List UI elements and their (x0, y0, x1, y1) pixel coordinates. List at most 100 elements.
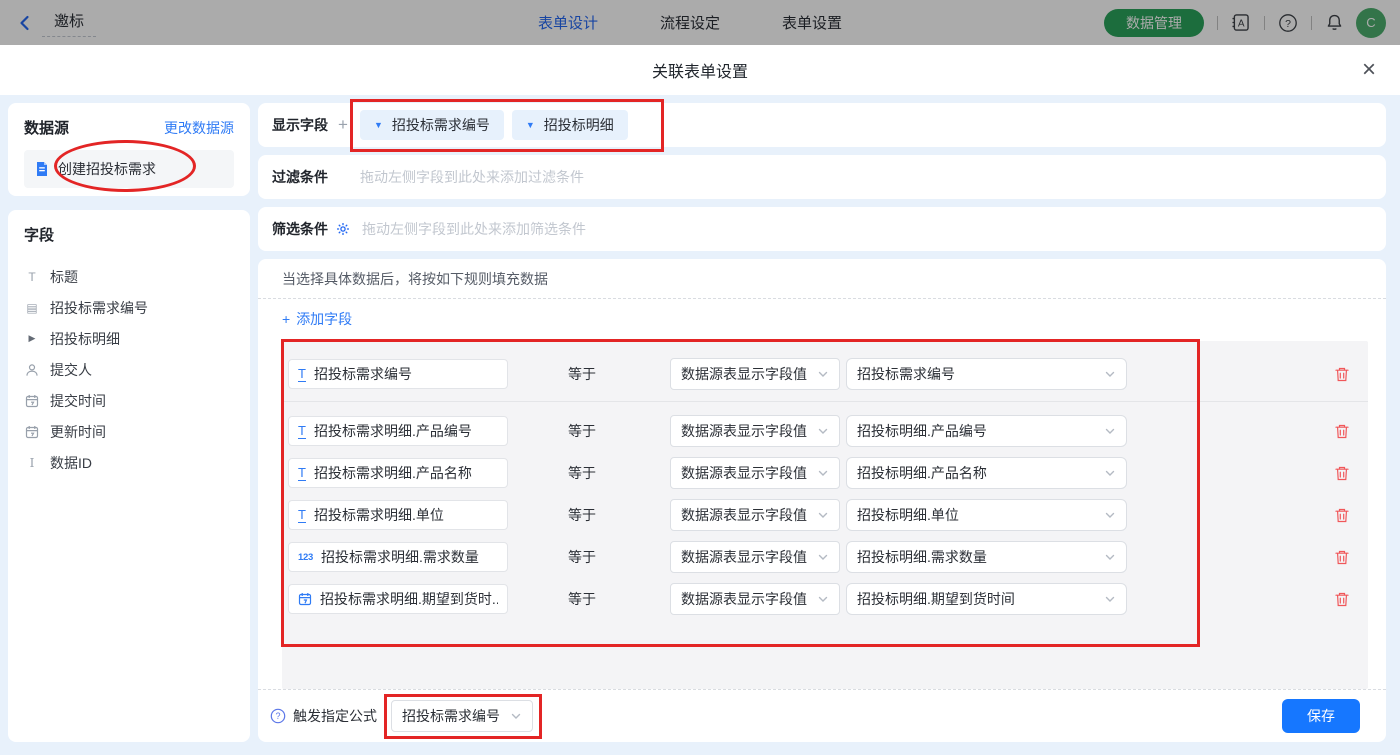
mapping-row: T 招投标需求明细.单位 等于 数据源表显示字段值 招投标明细.单位 (282, 500, 1368, 530)
text-field-icon: T (298, 466, 306, 481)
mapping-field-box[interactable]: T 招投标需求明细.单位 (288, 500, 508, 530)
trigger-formula-label: 触发指定公式 (293, 706, 377, 726)
panel-footer: ? 触发指定公式 招投标需求编号 保存 (258, 690, 1386, 742)
display-fields-row: 显示字段 + ▼ 招投标需求编号 ▼ 招投标明细 (258, 103, 1386, 147)
tab-form-design[interactable]: 表单设计 (538, 12, 598, 33)
source-field-value: 招投标明细.期望到货时间 (857, 589, 1015, 609)
source-type-value: 数据源表显示字段值 (681, 547, 807, 567)
screen-filter-placeholder: 拖动左侧字段到此处来添加筛选条件 (362, 219, 586, 239)
gear-icon[interactable] (336, 222, 350, 236)
document-icon (34, 161, 50, 177)
equals-label: 等于 (568, 547, 624, 567)
delete-row-icon[interactable] (1334, 549, 1350, 566)
delete-row-icon[interactable] (1334, 591, 1350, 608)
add-display-field-button[interactable]: + (338, 115, 348, 135)
chip-label: 招投标明细 (544, 115, 614, 135)
chevron-down-icon (817, 467, 829, 479)
chevron-down-icon (817, 509, 829, 521)
field-item-label: 标题 (50, 267, 78, 287)
filter-placeholder: 拖动左侧字段到此处来添加过滤条件 (360, 167, 584, 187)
chevron-down-icon (1104, 467, 1116, 479)
avatar[interactable]: C (1356, 8, 1386, 38)
filter-condition-row[interactable]: 过滤条件 拖动左侧字段到此处来添加过滤条件 (258, 155, 1386, 199)
mapping-field-label: 招投标需求编号 (314, 364, 412, 384)
notification-bell-icon[interactable] (1325, 13, 1344, 32)
divider (1217, 16, 1218, 30)
mapping-field-box[interactable]: T 招投标需求编号 (288, 359, 508, 389)
fill-rules-panel: 当选择具体数据后，将按如下规则填充数据 + 添加字段 T 招投标需求编号 等于 … (258, 259, 1386, 742)
mapping-field-label: 招投标需求明细.产品名称 (314, 463, 472, 483)
row-group-divider (282, 401, 1368, 402)
equals-label: 等于 (568, 421, 624, 441)
display-field-chip[interactable]: ▼ 招投标明细 (512, 110, 628, 140)
screen-condition-row[interactable]: 筛选条件 拖动左侧字段到此处来添加筛选条件 (258, 207, 1386, 251)
chevron-down-icon (1104, 368, 1116, 380)
datasource-item-label: 创建招投标需求 (58, 159, 156, 179)
source-type-select[interactable]: 数据源表显示字段值 (670, 583, 840, 615)
chevron-down-icon (1104, 551, 1116, 563)
source-field-select[interactable]: 招投标明细.产品名称 (846, 457, 1127, 489)
chevron-down-icon (510, 710, 522, 722)
back-chevron-icon (16, 14, 34, 32)
back-button[interactable] (16, 14, 34, 32)
source-field-select[interactable]: 招投标明细.期望到货时间 (846, 583, 1127, 615)
field-item-title[interactable]: T 标题 (24, 261, 234, 292)
source-field-select[interactable]: 招投标明细.单位 (846, 499, 1127, 531)
mapping-field-box[interactable]: T 招投标需求明细.产品名称 (288, 458, 508, 488)
source-field-select[interactable]: 招投标需求编号 (846, 358, 1127, 390)
source-type-value: 数据源表显示字段值 (681, 505, 807, 525)
mapping-field-label: 招投标需求明细.需求数量 (321, 547, 479, 567)
form-name[interactable]: 邀标 (42, 8, 96, 37)
chevron-down-icon (1104, 593, 1116, 605)
save-button[interactable]: 保存 (1282, 699, 1360, 733)
source-field-select[interactable]: 招投标明细.产品编号 (846, 415, 1127, 447)
id-icon: I (24, 457, 40, 469)
field-item-data-id[interactable]: I 数据ID (24, 447, 234, 478)
display-field-chip[interactable]: ▼ 招投标需求编号 (360, 110, 504, 140)
mapping-row: T 招投标需求明细.产品名称 等于 数据源表显示字段值 招投标明细.产品名称 (282, 458, 1368, 488)
delete-row-icon[interactable] (1334, 366, 1350, 383)
person-icon (24, 363, 40, 377)
datasource-item[interactable]: 创建招投标需求 (24, 150, 234, 188)
delete-row-icon[interactable] (1334, 423, 1350, 440)
text-field-icon: T (298, 424, 306, 439)
change-datasource-link[interactable]: 更改数据源 (164, 118, 234, 138)
field-item-subform[interactable]: ▶ 招投标明细 (24, 323, 234, 354)
mapping-field-box[interactable]: 123 招投标需求明细.需求数量 (288, 542, 508, 572)
mapping-field-box[interactable]: 招投标需求明细.期望到货时... (288, 584, 508, 614)
mapping-field-label: 招投标需求明细.单位 (314, 505, 444, 525)
mapping-row: 招投标需求明细.期望到货时... 等于 数据源表显示字段值 招投标明细.期望到货… (282, 584, 1368, 614)
field-item-serial[interactable]: ▤ 招投标需求编号 (24, 292, 234, 323)
delete-row-icon[interactable] (1334, 465, 1350, 482)
mapping-field-label: 招投标需求明细.期望到货时... (320, 589, 498, 609)
source-type-select[interactable]: 数据源表显示字段值 (670, 415, 840, 447)
delete-row-icon[interactable] (1334, 507, 1350, 524)
calendar-icon (24, 394, 40, 408)
tab-flow-settings[interactable]: 流程设定 (660, 12, 720, 33)
source-type-select[interactable]: 数据源表显示字段值 (670, 541, 840, 573)
mapping-row: T 招投标需求明细.产品编号 等于 数据源表显示字段值 招投标明细.产品编号 (282, 416, 1368, 446)
add-field-label: 添加字段 (296, 309, 352, 329)
formula-help-icon[interactable]: ? (270, 708, 286, 724)
source-type-select[interactable]: 数据源表显示字段值 (670, 499, 840, 531)
help-icon[interactable]: ? (1278, 13, 1298, 33)
source-field-select[interactable]: 招投标明细.需求数量 (846, 541, 1127, 573)
field-item-submitter[interactable]: 提交人 (24, 354, 234, 385)
data-manage-button[interactable]: 数据管理 (1104, 9, 1204, 37)
close-icon[interactable]: × (1362, 58, 1376, 82)
source-type-select[interactable]: 数据源表显示字段值 (670, 457, 840, 489)
divider (1311, 16, 1312, 30)
field-item-update-time[interactable]: 更新时间 (24, 416, 234, 447)
contact-book-icon[interactable]: A (1231, 13, 1251, 32)
fields-card: 字段 T 标题 ▤ 招投标需求编号 ▶ 招投标明细 提交人 (8, 210, 250, 742)
topbar-right: 数据管理 A ? C (1104, 0, 1386, 45)
mapping-row: 123 招投标需求明细.需求数量 等于 数据源表显示字段值 招投标明细.需求数量 (282, 542, 1368, 572)
trigger-formula-select[interactable]: 招投标需求编号 (391, 700, 533, 732)
add-field-button[interactable]: + 添加字段 (258, 299, 376, 339)
tab-form-settings[interactable]: 表单设置 (782, 12, 842, 33)
text-field-icon: T (298, 508, 306, 523)
field-item-submit-time[interactable]: 提交时间 (24, 385, 234, 416)
field-item-label: 数据ID (50, 453, 92, 473)
mapping-field-box[interactable]: T 招投标需求明细.产品编号 (288, 416, 508, 446)
source-type-select[interactable]: 数据源表显示字段值 (670, 358, 840, 390)
